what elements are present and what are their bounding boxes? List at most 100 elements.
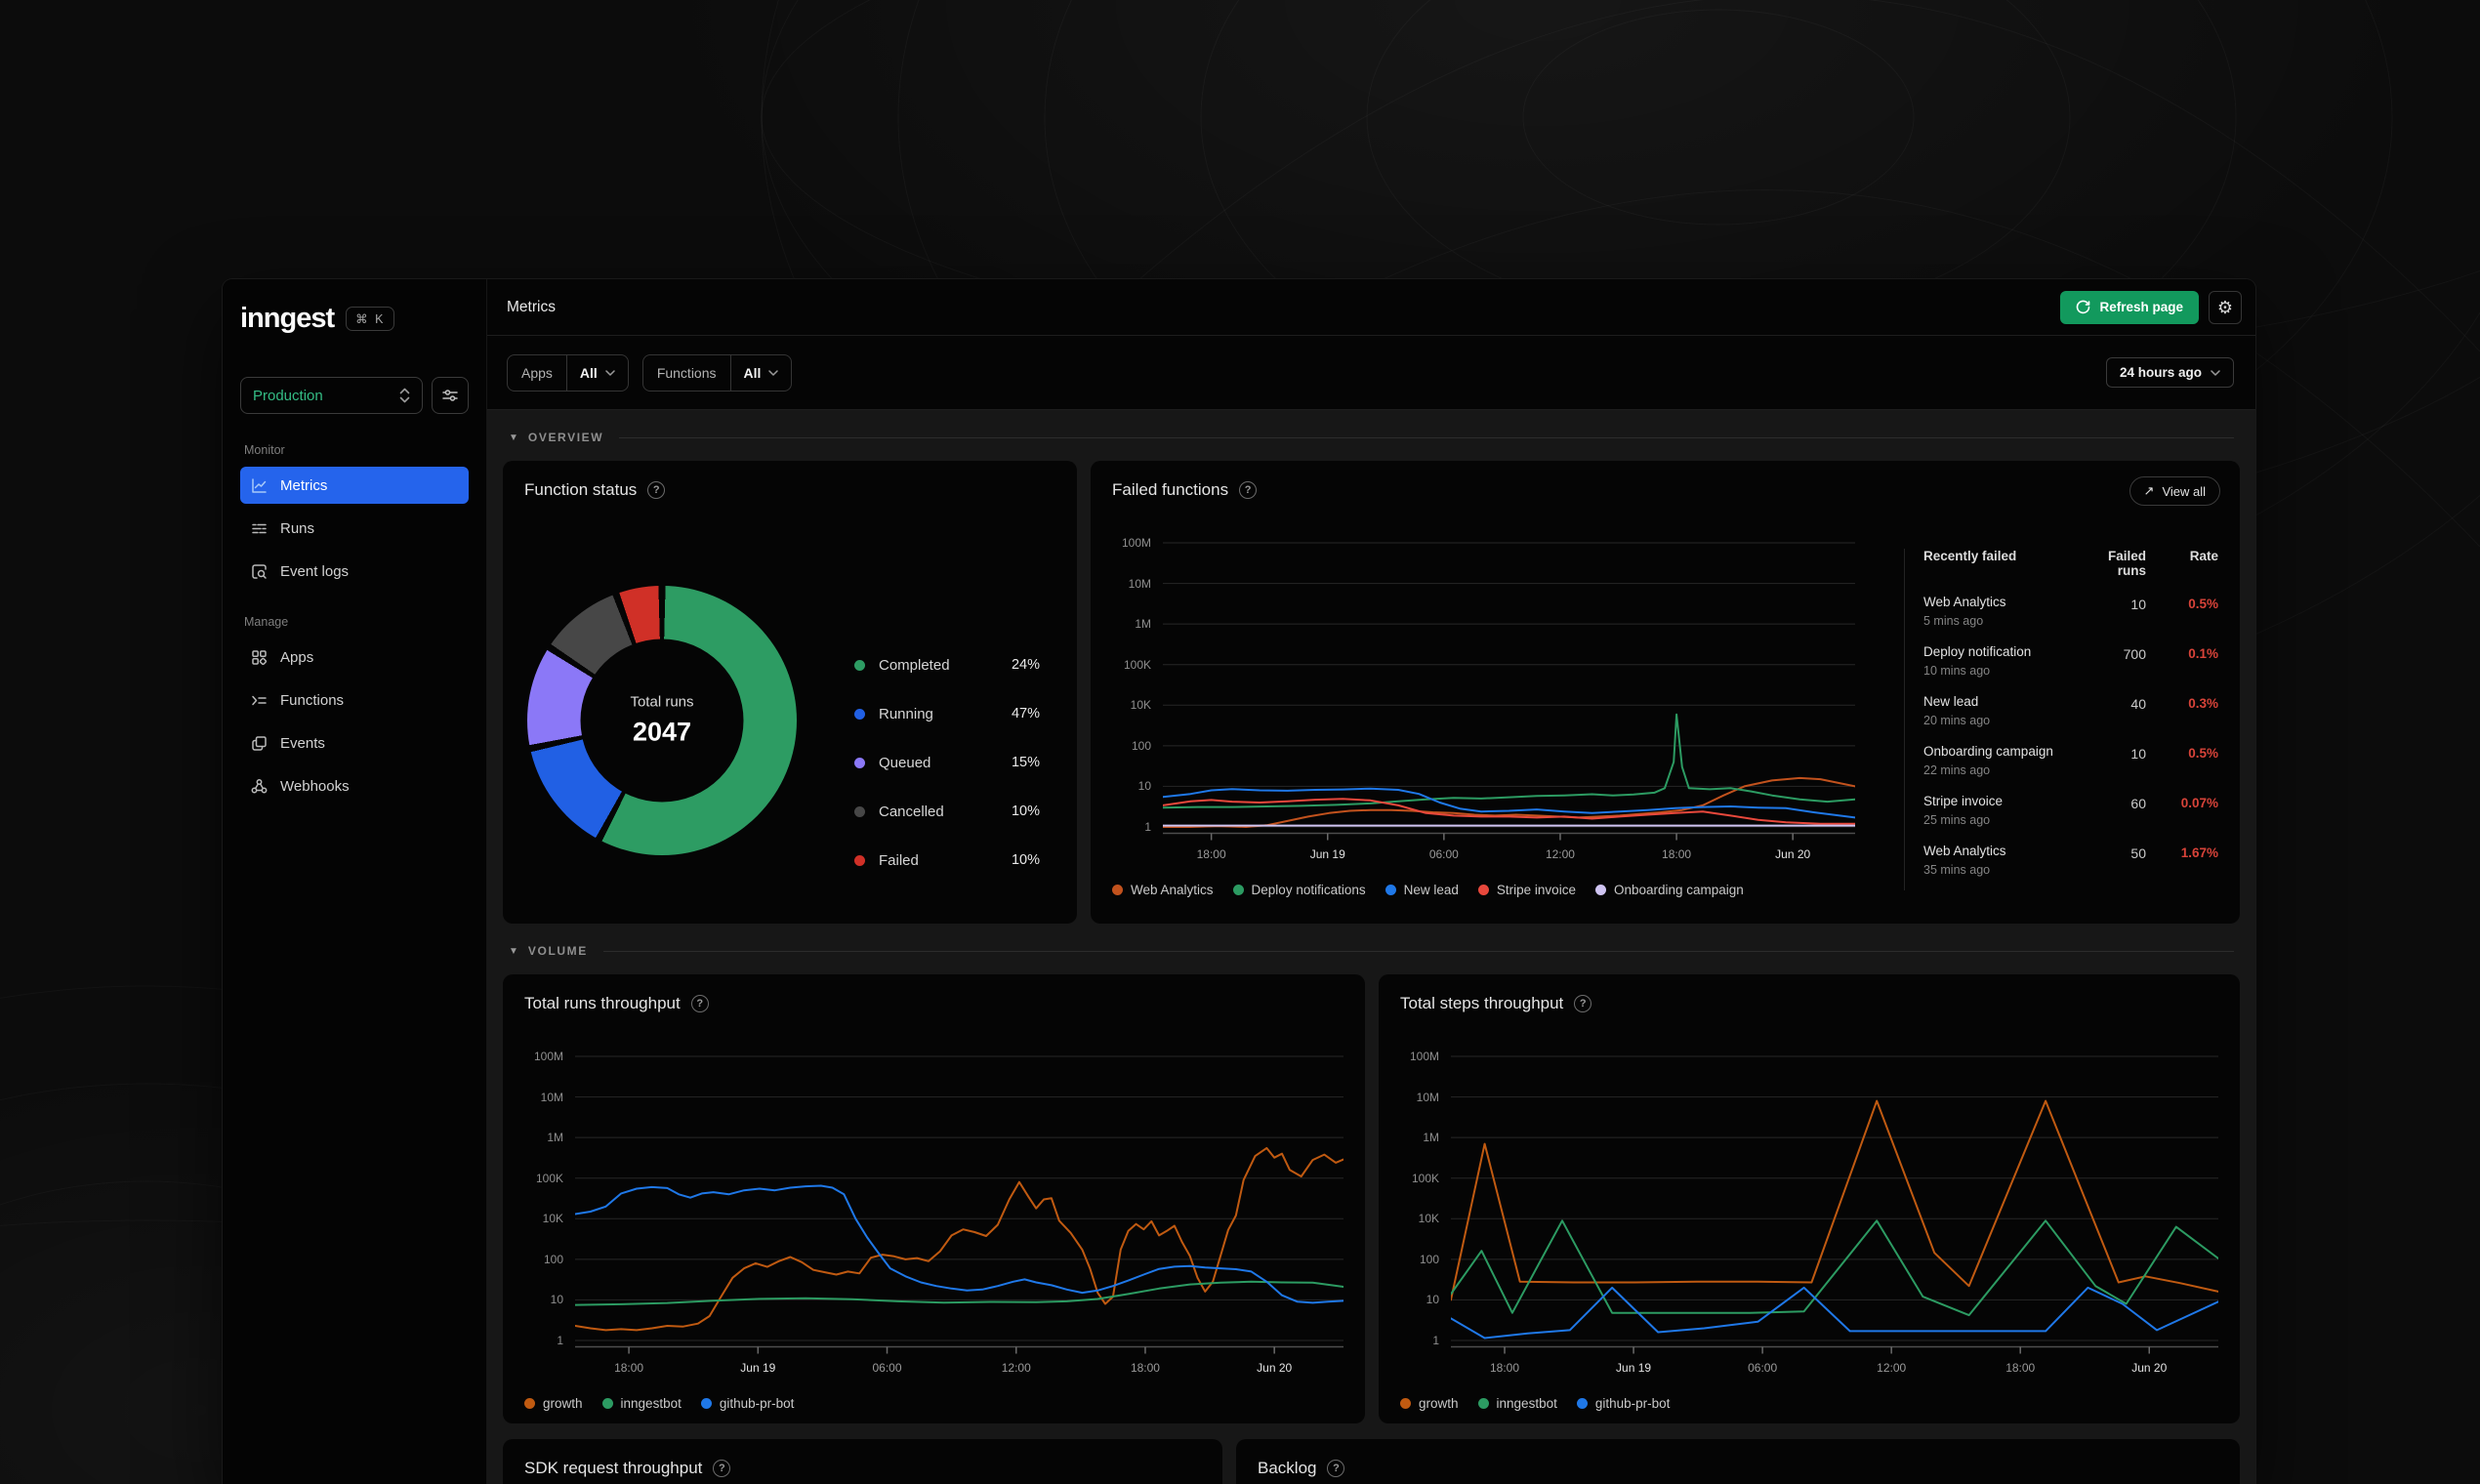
help-icon[interactable]: ? xyxy=(647,481,666,499)
command-k-shortcut-badge[interactable]: ⌘ K xyxy=(346,306,395,331)
failed-fn-name[interactable]: Web Analytics xyxy=(1923,844,2078,858)
failed-fn-name[interactable]: Web Analytics xyxy=(1923,595,2078,609)
legend-item: Cancelled 10% xyxy=(854,787,1040,836)
legend-label: New lead xyxy=(1403,883,1459,897)
failed-fn-time: 20 mins ago xyxy=(1923,714,1991,727)
failed-fn-time: 5 mins ago xyxy=(1923,614,1984,628)
backlog-card: Backlog ? xyxy=(1236,1439,2240,1484)
volume-section-header[interactable]: ▼ VOLUME xyxy=(509,939,2234,963)
failed-fn-name[interactable]: Deploy notification xyxy=(1923,644,2078,659)
sidebar-item-runs[interactable]: Runs xyxy=(240,510,469,547)
time-range-value: 24 hours ago xyxy=(2119,365,2202,380)
refresh-page-button[interactable]: Refresh page xyxy=(2060,290,2199,324)
table-row[interactable]: Deploy notification 10 mins ago 700 0.1% xyxy=(1923,644,2218,678)
recently-failed-table: Recently failed Failed runs Rate Web Ana… xyxy=(1923,549,2218,900)
legend-dot xyxy=(854,659,865,671)
functions-filter[interactable]: Functions All xyxy=(641,353,793,392)
settings-button[interactable]: ⚙ xyxy=(2209,290,2242,324)
sidebar-item-events[interactable]: Events xyxy=(240,724,469,762)
sidebar-item-event-logs[interactable]: Event logs xyxy=(240,553,469,590)
y-tick-label: 10K xyxy=(1418,1212,1439,1226)
function-status-legend: Completed 24% Running 47% Queued 15% Cancel… xyxy=(854,640,1040,885)
donut-center-value: 2047 xyxy=(632,717,692,747)
x-tick-label: 06:00 xyxy=(1428,847,1459,861)
x-tick-label: 18:00 xyxy=(1196,847,1226,861)
help-icon[interactable]: ? xyxy=(690,995,709,1012)
failed-fn-name[interactable]: Stripe invoice xyxy=(1923,794,2078,808)
sidebar-item-functions[interactable]: Functions xyxy=(240,681,469,719)
y-tick-label: 10K xyxy=(542,1212,563,1226)
runs-list-icon xyxy=(250,519,268,537)
collapse-caret-icon: ▼ xyxy=(509,945,518,957)
apps-filter[interactable]: Apps All xyxy=(507,353,629,392)
view-all-button[interactable]: ↗ View all xyxy=(2129,476,2220,506)
failure-rate-value: 0.07% xyxy=(2180,796,2218,810)
x-axis-labels: 18:00 Jun 19 06:00 12:00 18:00 Jun 20 xyxy=(1163,847,1855,865)
help-icon[interactable]: ? xyxy=(1574,995,1592,1012)
table-row[interactable]: New lead 20 mins ago 40 0.3% xyxy=(1923,694,2218,727)
table-row[interactable]: Web Analytics 5 mins ago 10 0.5% xyxy=(1923,595,2218,628)
functions-icon xyxy=(250,691,268,709)
table-row[interactable]: Stripe invoice 25 mins ago 60 0.07% xyxy=(1923,794,2218,827)
legend-item: inngestbot xyxy=(1477,1396,1557,1411)
legend-dot xyxy=(1400,1398,1411,1409)
y-tick-label: 100 xyxy=(543,1252,563,1266)
help-icon[interactable]: ? xyxy=(713,1460,731,1477)
y-tick-label: 10M xyxy=(1128,576,1151,591)
sidebar-item-apps[interactable]: Apps xyxy=(240,639,469,676)
line-chart-svg xyxy=(575,1055,1343,1354)
x-tick-label: 18:00 xyxy=(1490,1361,1520,1375)
table-divider xyxy=(1904,549,1905,890)
overview-section-header[interactable]: ▼ OVERVIEW xyxy=(509,426,2234,449)
plot-area: 18:00 Jun 19 06:00 12:00 18:00 Jun 20 xyxy=(575,1052,1343,1375)
failure-rate-value: 0.5% xyxy=(2188,746,2218,761)
legend-label: inngestbot xyxy=(620,1396,682,1411)
legend-item: Completed 24% xyxy=(854,640,1040,689)
help-icon[interactable]: ? xyxy=(1239,481,1258,499)
x-tick-label: 12:00 xyxy=(1001,1361,1031,1375)
collapse-caret-icon: ▼ xyxy=(509,432,518,443)
legend-item: Failed 10% xyxy=(854,836,1040,885)
legend-item: github-pr-bot xyxy=(700,1396,794,1411)
time-range-select[interactable]: 24 hours ago xyxy=(2105,357,2234,388)
sidebar-item-label: Apps xyxy=(280,648,314,666)
environment-select[interactable]: Production xyxy=(240,377,423,414)
legend-dot xyxy=(1232,885,1244,895)
y-tick-label: 10 xyxy=(1426,1293,1439,1307)
failed-runs-value: 10 xyxy=(2130,746,2146,762)
card-title: Total runs throughput xyxy=(524,994,681,1012)
failed-runs-value: 700 xyxy=(2123,646,2146,662)
y-tick-label: 100 xyxy=(1131,738,1151,753)
sidebar-item-metrics[interactable]: Metrics xyxy=(240,467,469,504)
section-label: VOLUME xyxy=(527,944,588,958)
table-row[interactable]: Onboarding campaign 22 mins ago 10 0.5% xyxy=(1923,744,2218,777)
y-tick-label: 100K xyxy=(1123,657,1151,672)
table-row[interactable]: Web Analytics 35 mins ago 50 1.67% xyxy=(1923,844,2218,877)
failed-functions-card: Failed functions ? ↗ View all 100M 10M 1M 1… xyxy=(1091,461,2240,924)
x-tick-label: Jun 19 xyxy=(1309,847,1345,861)
y-tick-label: 10 xyxy=(550,1293,563,1307)
legend-dot xyxy=(1385,885,1396,895)
help-icon[interactable]: ? xyxy=(1327,1460,1345,1477)
legend-label: Cancelled xyxy=(879,803,944,820)
x-tick-label: Jun 20 xyxy=(1257,1361,1293,1375)
failed-runs-value: 50 xyxy=(2130,845,2146,861)
legend-label: Queued xyxy=(879,754,931,771)
donut-center: Total runs 2047 xyxy=(580,639,744,803)
sidebar-item-webhooks[interactable]: Webhooks xyxy=(240,767,469,804)
card-title: SDK request throughput xyxy=(524,1459,703,1477)
line-chart-svg xyxy=(1163,542,1855,841)
failed-fn-time: 25 mins ago xyxy=(1923,813,1991,827)
environment-filter-button[interactable] xyxy=(432,377,469,414)
y-tick-label: 10M xyxy=(1416,1090,1439,1104)
view-all-label: View all xyxy=(2162,483,2206,499)
legend-item: New lead xyxy=(1385,883,1459,897)
chart-legend: Web Analytics Deploy notifications New lea… xyxy=(1112,883,1744,897)
failed-fn-name[interactable]: New lead xyxy=(1923,694,2078,709)
failed-fn-name[interactable]: Onboarding campaign xyxy=(1923,744,2078,759)
sidebar-item-label: Functions xyxy=(280,691,345,709)
plot-area: 18:00 Jun 19 06:00 12:00 18:00 Jun 20 xyxy=(1163,539,1855,861)
card-title: Function status xyxy=(524,480,638,499)
x-tick-label: Jun 20 xyxy=(1775,847,1811,861)
sidebar-item-label: Events xyxy=(280,734,325,752)
